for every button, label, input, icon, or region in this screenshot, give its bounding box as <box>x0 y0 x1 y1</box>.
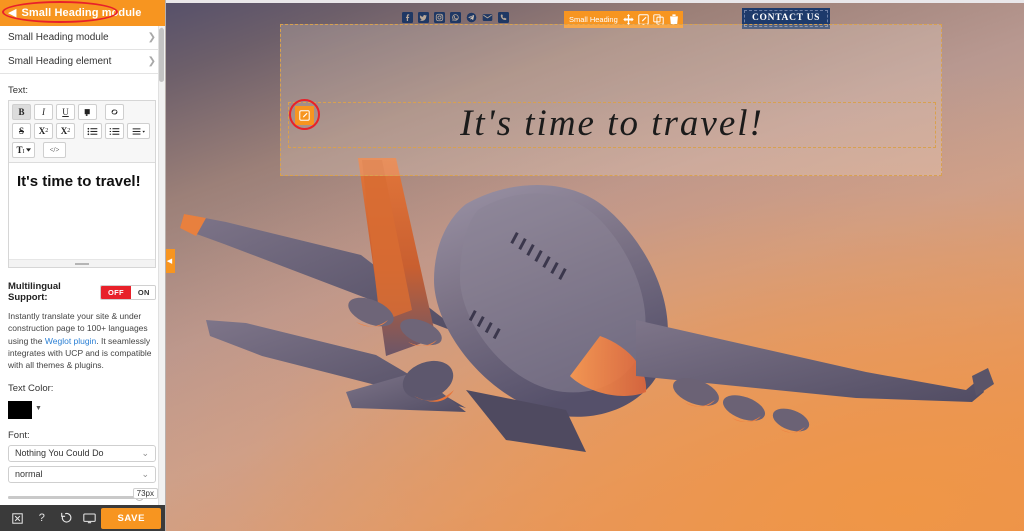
preview-monitor-icon[interactable] <box>78 505 102 531</box>
link-icon[interactable] <box>105 104 124 120</box>
close-icon[interactable] <box>6 505 30 531</box>
italic-icon[interactable]: I <box>34 104 53 120</box>
email-icon[interactable] <box>482 12 493 23</box>
text-field-label: Text: <box>8 85 29 96</box>
whatsapp-icon[interactable] <box>450 12 461 23</box>
chevron-down-icon: ❯ <box>147 55 156 67</box>
twitter-icon[interactable] <box>418 12 429 23</box>
font-size-value: 73px <box>132 487 158 499</box>
instagram-icon[interactable] <box>434 12 445 23</box>
help-icon[interactable]: ? <box>30 505 54 531</box>
chevron-right-icon: ❯ <box>147 31 156 43</box>
text-color-label: Text Color: <box>8 382 54 394</box>
superscript-icon[interactable]: X2 <box>34 123 53 139</box>
font-family-value: Nothing You Could Do <box>15 448 104 459</box>
font-weight-value: normal <box>15 469 43 480</box>
accordion-label: Small Heading element <box>8 56 112 67</box>
facebook-icon[interactable] <box>402 12 413 23</box>
settings-sidebar: ◀ Small Heading module Small Heading mod… <box>0 0 166 531</box>
multilingual-label: Multilingual Support: <box>8 281 61 303</box>
caret-left-icon: ◀ <box>166 258 173 265</box>
code-view-icon[interactable]: </> <box>43 142 66 158</box>
sidebar-footer-bar: ? SAVE <box>0 505 165 531</box>
font-family-select[interactable]: Nothing You Could Do ⌄ <box>8 444 156 462</box>
ordered-list-icon[interactable] <box>105 123 124 139</box>
chevron-down-icon: ⌄ <box>141 468 149 479</box>
editor-resize-handle[interactable] <box>9 259 155 267</box>
bold-icon[interactable]: B <box>12 104 31 120</box>
arrow-left-icon[interactable]: ◀ <box>8 7 16 19</box>
heading-text[interactable]: It's time to travel! <box>288 99 936 149</box>
module-badge-label: Small Heading <box>569 15 618 24</box>
phone-icon[interactable] <box>498 12 509 23</box>
panel-title: Small Heading module <box>21 7 142 19</box>
sidebar-item-small-heading-module[interactable]: Small Heading module ❯ <box>0 26 165 50</box>
subscript-icon[interactable]: X2 <box>56 123 75 139</box>
weglot-plugin-link[interactable]: Weglot plugin <box>45 336 96 346</box>
save-button[interactable]: SAVE <box>101 507 162 529</box>
collapse-panel-tab[interactable]: ◀ <box>166 249 175 273</box>
resize-grip-icon <box>75 262 89 265</box>
font-size-slider[interactable]: 73px <box>8 487 158 504</box>
app-root: ◀ Small Heading module Small Heading mod… <box>0 0 1024 531</box>
airplane-illustration <box>180 158 994 452</box>
chevron-down-icon: ⌄ <box>141 447 149 458</box>
history-undo-icon[interactable] <box>54 505 78 531</box>
multilingual-toggle[interactable]: OFF ON <box>99 284 156 300</box>
chevron-down-icon[interactable]: ▼ <box>35 405 42 412</box>
page-preview-canvas: ◀ Small Heading CONTACT US It's time to … <box>166 0 1024 531</box>
text-color-picker[interactable]: ▼ <box>0 398 165 419</box>
text-format-icon[interactable]: TI <box>12 142 35 158</box>
format-paint-icon[interactable] <box>78 104 97 120</box>
panel-header: ◀ Small Heading module <box>0 0 165 26</box>
social-icons-row <box>402 12 509 23</box>
accordion-label: Small Heading module <box>8 32 109 43</box>
color-swatch[interactable] <box>8 400 32 419</box>
editor-content-area[interactable]: It's time to travel! <box>9 163 155 259</box>
editor-text-value: It's time to travel! <box>17 173 141 190</box>
font-weight-select[interactable]: normal ⌄ <box>8 465 156 483</box>
toggle-option-off[interactable]: OFF <box>100 285 131 299</box>
align-icon[interactable] <box>127 123 150 139</box>
multilingual-support-row: Multilingual Support: OFF ON <box>8 281 156 303</box>
rich-text-editor: B I U S X2 X2 TI </> It's time to travel… <box>8 100 156 268</box>
sidebar-scrollbar[interactable]: ▲ <box>158 26 165 505</box>
underline-icon[interactable]: U <box>56 104 75 120</box>
top-strip <box>166 0 1024 3</box>
multilingual-description: Instantly translate your site & under co… <box>8 310 156 372</box>
scrollbar-thumb[interactable] <box>159 28 164 82</box>
strikethrough-icon[interactable]: S <box>12 123 31 139</box>
toggle-option-on[interactable]: ON <box>130 285 155 299</box>
sidebar-scroll-area: Small Heading module ❯ Small Heading ele… <box>0 26 165 505</box>
telegram-icon[interactable] <box>466 12 477 23</box>
sidebar-item-small-heading-element[interactable]: Small Heading element ❯ <box>0 50 165 74</box>
editor-toolbar: B I U S X2 X2 TI </> <box>9 101 155 163</box>
font-label: Font: <box>8 429 30 441</box>
slider-fill <box>8 495 139 499</box>
unordered-list-icon[interactable] <box>83 123 102 139</box>
element-edit-button[interactable] <box>295 106 314 125</box>
